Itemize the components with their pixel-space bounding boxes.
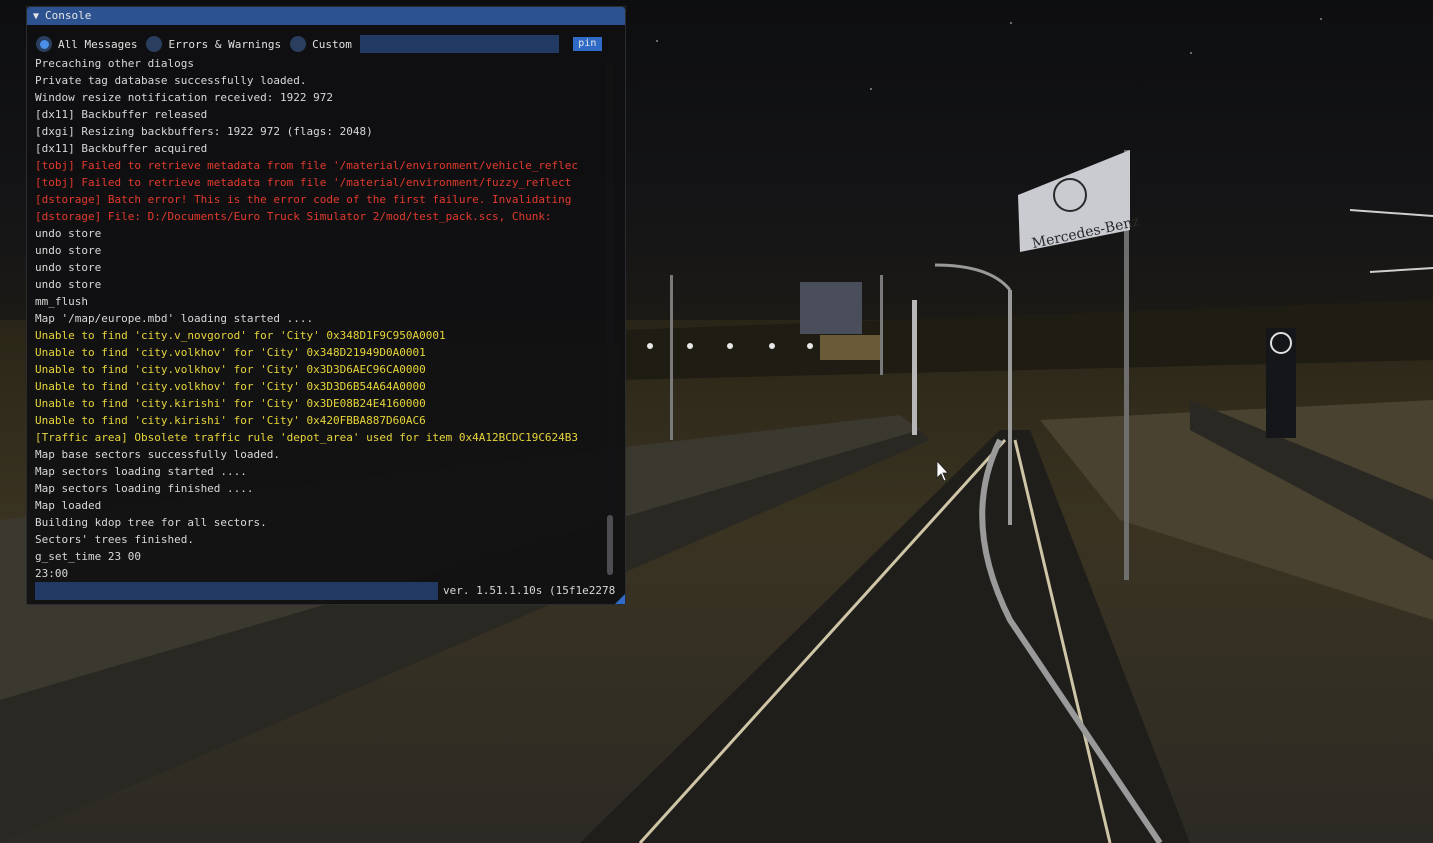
scrollbar-thumb[interactable] xyxy=(607,515,613,575)
filter-custom-label: Custom xyxy=(312,37,352,51)
pin-button[interactable]: pin xyxy=(572,37,602,51)
log-line: Unable to find 'city.volkhov' for 'City'… xyxy=(35,380,426,393)
mouse-cursor-icon xyxy=(936,459,949,482)
log-line: [tobj] Failed to retrieve metadata from … xyxy=(35,159,579,172)
log-line: Unable to find 'city.volkhov' for 'City'… xyxy=(35,363,426,376)
log-line: [dstorage] Batch error! This is the erro… xyxy=(35,193,572,206)
log-line: 23:00 xyxy=(35,567,69,578)
filter-custom[interactable]: Custom xyxy=(290,36,352,52)
log-line: [dx11] Backbuffer acquired xyxy=(35,142,208,155)
console-window[interactable]: ▼ Console All Messages Errors & Warnings … xyxy=(26,6,626,605)
log-line: [dxgi] Resizing backbuffers: 1922 972 (f… xyxy=(35,125,373,138)
log-line: [Traffic area] Obsolete traffic rule 'de… xyxy=(35,431,579,444)
log-line: Window resize notification received: 192… xyxy=(35,91,334,104)
log-line: Map sectors loading started .... xyxy=(35,465,247,478)
resize-grip-icon[interactable] xyxy=(615,594,625,604)
log-line: [dstorage] File: D:/Documents/Euro Truck… xyxy=(35,210,552,223)
filter-all-messages[interactable]: All Messages xyxy=(36,36,137,52)
command-input[interactable] xyxy=(35,582,438,600)
log-line: undo store xyxy=(35,261,102,274)
log-line: [tobj] Failed to retrieve metadata from … xyxy=(35,176,572,189)
log-line: Map '/map/europe.mbd' loading started ..… xyxy=(35,312,314,325)
log-line: undo store xyxy=(35,227,102,240)
log-line: undo store xyxy=(35,244,102,257)
console-titlebar[interactable]: ▼ Console xyxy=(27,7,625,25)
log-line: Unable to find 'city.kirishi' for 'City'… xyxy=(35,397,426,410)
radio-unselected-icon[interactable] xyxy=(146,36,163,52)
log-line: [dx11] Backbuffer released xyxy=(35,108,208,121)
log-line: undo store xyxy=(35,278,102,291)
log-line: Unable to find 'city.volkhov' for 'City'… xyxy=(35,346,426,359)
custom-filter-input[interactable] xyxy=(359,35,559,53)
log-line: Private tag database successfully loaded… xyxy=(35,74,307,87)
log-line: Sectors' trees finished. xyxy=(35,533,194,546)
log-line: mm_flush xyxy=(35,295,88,308)
filter-all-messages-label: All Messages xyxy=(58,37,138,51)
log-line: Unable to find 'city.v_novgorod' for 'Ci… xyxy=(35,329,446,342)
log-line: Map sectors loading finished .... xyxy=(35,482,254,495)
radio-unselected-icon[interactable] xyxy=(290,36,307,52)
filter-errors-warnings[interactable]: Errors & Warnings xyxy=(146,36,281,52)
log-line: Unable to find 'city.kirishi' for 'City'… xyxy=(35,414,426,427)
log-scrollbar[interactable] xyxy=(606,63,614,579)
console-log[interactable]: Precaching other dialogs Private tag data… xyxy=(35,55,605,578)
log-line: Map base sectors successfully loaded. xyxy=(35,448,281,461)
radio-selected-icon[interactable] xyxy=(36,36,52,52)
filter-errors-warnings-label: Errors & Warnings xyxy=(168,37,282,51)
version-label: ver. 1.51.1.10s (15f1e2278 xyxy=(443,584,616,597)
log-line: g_set_time 23 00 xyxy=(35,550,141,563)
log-line: Precaching other dialogs xyxy=(35,57,194,70)
console-title: Console xyxy=(45,9,92,22)
collapse-arrow-icon[interactable]: ▼ xyxy=(33,8,39,26)
log-line: Building kdop tree for all sectors. xyxy=(35,516,267,529)
log-line: Map loaded xyxy=(35,499,102,512)
